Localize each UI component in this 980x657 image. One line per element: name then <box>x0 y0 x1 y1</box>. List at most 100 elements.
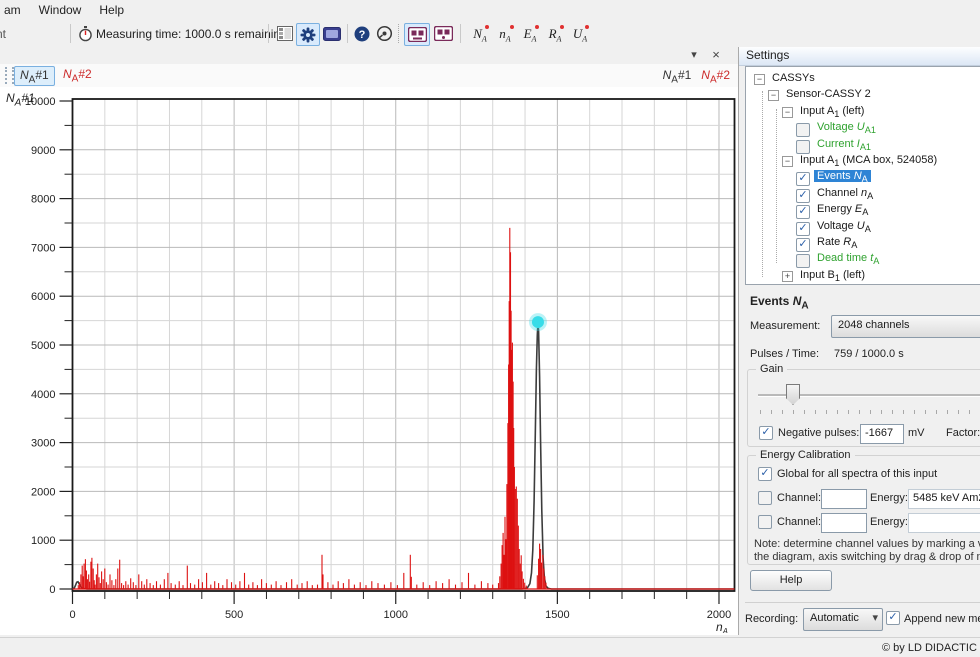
channel-button[interactable]: EA <box>518 23 542 44</box>
help-button[interactable]: Help <box>750 570 832 591</box>
energy-1-input[interactable]: 5485 keV Am241 <box>908 489 980 509</box>
energy-2-input[interactable] <box>908 513 980 533</box>
window-layout-icon[interactable] <box>275 23 295 44</box>
events-heading: Events NA <box>750 294 809 311</box>
tree-item-label[interactable]: Rate RA <box>814 236 860 248</box>
menu-item-window[interactable]: Window <box>30 0 91 20</box>
tree-item-label[interactable]: CASSYs <box>769 72 818 84</box>
channel-button[interactable]: RA <box>543 23 567 44</box>
tree-item: ✓ Events NA <box>796 169 871 185</box>
settings-tree: −CASSYs−Sensor-CASSY 2−Input A1 (left)✓V… <box>745 66 980 285</box>
tree-item-label[interactable]: Voltage UA <box>814 220 874 232</box>
plot-area[interactable]: 0100020003000400050006000700080009000100… <box>0 85 738 633</box>
chart-tab-strip: NA#1NA#2 NA#1NA#2 <box>0 64 738 87</box>
tree-item: −CASSYs <box>754 71 818 87</box>
tree-item: + Input B1 (left) <box>782 268 868 284</box>
negative-pulses-checkbox[interactable]: ✓ <box>759 426 773 440</box>
measurement-value: 2048 channels <box>838 319 910 331</box>
svg-text:1000: 1000 <box>384 609 408 621</box>
tree-checkbox[interactable]: ✓ <box>796 205 810 219</box>
energy-1-label: Energy: <box>870 492 908 504</box>
tree-checkbox[interactable]: ✓ <box>796 123 810 137</box>
chevron-down-icon[interactable]: ▾ <box>686 49 702 62</box>
peak-marker[interactable] <box>532 316 544 328</box>
tree-item-label[interactable]: Channel nA <box>814 187 876 199</box>
tree-item-label[interactable]: Current IA1 <box>814 138 874 150</box>
tree-item-label[interactable]: Input B1 (left) <box>797 269 868 281</box>
tree-checkbox[interactable]: ✓ <box>796 238 810 252</box>
chart-legend: NA#1NA#2 <box>653 68 730 85</box>
menu-item-diagram[interactable]: am <box>0 0 30 20</box>
channel-2-input[interactable] <box>821 513 867 533</box>
channel-2-checkbox[interactable]: ✓ <box>758 515 772 529</box>
menu-item-help[interactable]: Help <box>90 0 133 20</box>
expand-icon[interactable]: + <box>782 271 793 282</box>
toolbar-cut-text: nt <box>0 27 6 41</box>
tree-item-label[interactable]: Energy EA <box>814 203 871 215</box>
gain-groupbox: Gain ✓ Negative pulses: -1667 mV Factor:… <box>747 369 980 447</box>
svg-text:9000: 9000 <box>31 145 55 157</box>
collapse-icon[interactable]: − <box>782 107 793 118</box>
append-checkbox[interactable]: ✓ <box>886 611 900 625</box>
tree-item: ✓ Voltage UA <box>796 219 874 235</box>
legend-item: NA#2 <box>701 68 730 82</box>
tree-item-label[interactable]: Sensor-CASSY 2 <box>783 88 874 100</box>
global-spectra-checkbox[interactable]: ✓ <box>758 467 772 481</box>
channel-button[interactable]: nA <box>493 23 517 44</box>
chart-tab[interactable]: NA#1 <box>14 66 55 86</box>
recording-select[interactable]: Automatic ▾ <box>803 608 883 631</box>
svg-text:5000: 5000 <box>31 340 55 352</box>
tree-item-label[interactable]: Events NA <box>814 170 871 182</box>
support-icon[interactable] <box>374 23 394 44</box>
channel-1-label: Channel: <box>777 492 821 504</box>
energy-calibration-label: Energy Calibration <box>756 449 855 461</box>
collapse-icon[interactable]: − <box>754 74 765 85</box>
tree-item: ✓ Energy EA <box>796 202 871 218</box>
pulses-time-value: 759 / 1000.0 s <box>834 348 904 360</box>
tree-item: ✓ Rate RA <box>796 235 860 251</box>
svg-text:0: 0 <box>69 609 75 621</box>
close-icon[interactable]: × <box>708 49 724 62</box>
channel-1-checkbox[interactable]: ✓ <box>758 491 772 505</box>
collapse-icon[interactable]: − <box>782 156 793 167</box>
tree-item-label[interactable]: Input A1 (MCA box, 524058) <box>797 154 940 166</box>
factor-label: Factor: <box>946 427 980 439</box>
settings-panel: Settings −CASSYs−Sensor-CASSY 2−Input A1… <box>739 47 980 637</box>
measurement-select[interactable]: 2048 channels <box>831 315 980 338</box>
tree-item-label[interactable]: Voltage UA1 <box>814 121 879 133</box>
new-value-dot <box>510 25 514 29</box>
tree-checkbox[interactable]: ✓ <box>796 172 810 186</box>
negative-pulses-input[interactable]: -1667 <box>860 424 904 444</box>
channel-2-label: Channel: <box>777 516 821 528</box>
svg-text:10000: 10000 <box>25 96 56 108</box>
append-label: Append new measurements <box>904 613 980 625</box>
drag-handle[interactable] <box>5 67 14 84</box>
tree-item: ✓ Dead time tA <box>796 251 882 267</box>
toolbar-separator <box>347 24 348 43</box>
display-icon[interactable] <box>321 23 343 44</box>
cassy-module-icon[interactable] <box>404 23 430 46</box>
gain-slider-thumb[interactable] <box>786 384 800 405</box>
tree-item: ✓ Voltage UA1 <box>796 120 879 136</box>
settings-title: Settings <box>739 48 789 62</box>
collapse-icon[interactable]: − <box>768 90 779 101</box>
tree-item-label[interactable]: Input A1 (left) <box>797 105 867 117</box>
tree-checkbox[interactable]: ✓ <box>796 254 810 268</box>
status-bar: © by LD DIDACTIC GmbH <box>0 637 980 657</box>
new-value-dot <box>485 25 489 29</box>
tree-item: −Input A1 (MCA box, 524058) <box>782 153 940 169</box>
channel-1-input[interactable] <box>821 489 867 509</box>
settings-gear-icon[interactable] <box>296 23 320 46</box>
tree-checkbox[interactable]: ✓ <box>796 189 810 203</box>
tree-checkbox[interactable]: ✓ <box>796 222 810 236</box>
chart-tab[interactable]: NA#2 <box>58 66 97 84</box>
cassy-module-2-icon[interactable] <box>431 23 455 44</box>
stopwatch-icon <box>76 23 94 44</box>
tree-item-label[interactable]: Dead time tA <box>814 252 882 264</box>
recording-label: Recording: <box>745 613 798 625</box>
help-icon[interactable]: ? <box>352 23 372 44</box>
channel-button[interactable]: UA <box>568 23 592 44</box>
channel-button[interactable]: NA <box>468 23 492 44</box>
tree-connector <box>762 91 763 277</box>
tree-checkbox[interactable]: ✓ <box>796 140 810 154</box>
